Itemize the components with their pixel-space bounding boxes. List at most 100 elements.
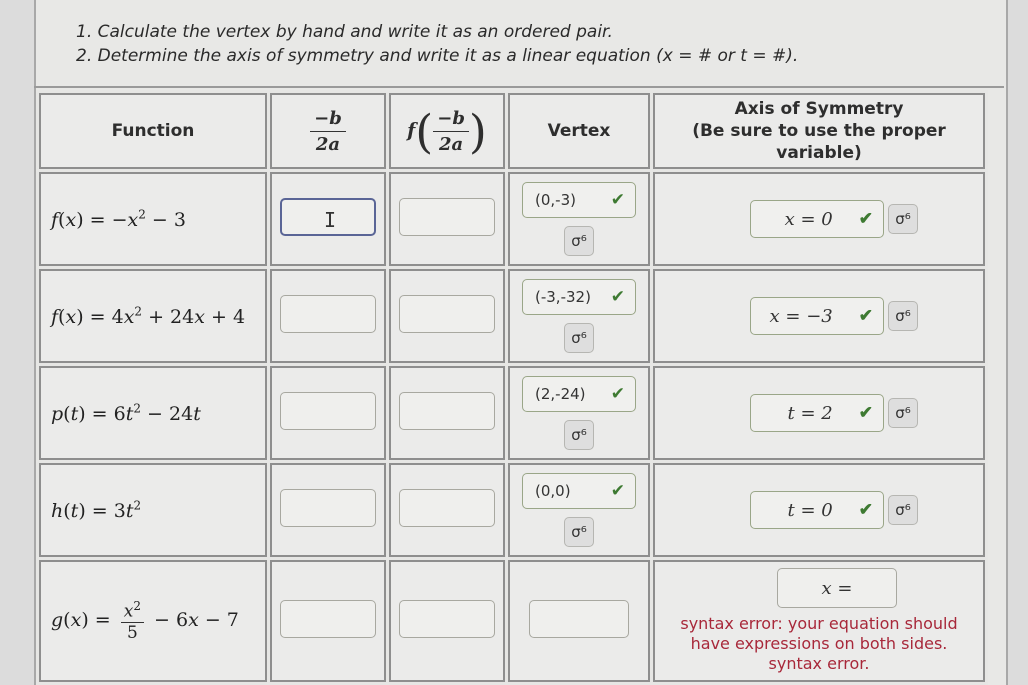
axis-input[interactable]: t = 0 ✔ (750, 491, 884, 529)
fraction-denominator: 2a (315, 133, 341, 155)
axis-value: x = (821, 577, 853, 599)
f-value-input[interactable] (399, 600, 495, 638)
check-icon: ✔ (610, 190, 625, 210)
fraction-numerator: −b (433, 108, 469, 132)
f-value-cell (389, 366, 505, 460)
table-row: f(x) = 4x2 + 24x + 4 (-3,-32) ✔ σ⁶ x = −… (39, 269, 985, 363)
vertex-input[interactable]: (0,-3) ✔ (522, 182, 636, 218)
f-value-cell (389, 172, 505, 266)
function-expression: f(x) = 4x2 + 24x + 4 (51, 304, 246, 328)
function-expression: p(t) = 6t2 − 24t (51, 401, 201, 425)
error-line-3: syntax error. (768, 654, 870, 673)
header-axis-of-symmetry: Axis of Symmetry (Be sure to use the pro… (653, 93, 985, 169)
fraction-neg-b-2a: −b 2a (433, 108, 469, 155)
keypad-icon: σ⁶ (571, 329, 587, 347)
keypad-icon: σ⁶ (895, 210, 911, 228)
vertex-value: (0,0) (535, 482, 571, 500)
text-cursor-icon: I (324, 208, 337, 232)
table-row: g(x) = x2 5 − 6x − 7 x = syntax error: yo… (39, 560, 985, 682)
keypad-button[interactable]: σ⁶ (564, 420, 594, 450)
keypad-button[interactable]: σ⁶ (564, 517, 594, 547)
axis-value: t = 0 (787, 499, 833, 521)
axis-input[interactable]: x = −3 ✔ (750, 297, 884, 335)
keypad-button[interactable]: σ⁶ (564, 323, 594, 353)
table-row: f(x) = −x2 − 3 I (0,-3) ✔ σ⁶ x = 0 ✔ σ⁶ (39, 172, 985, 266)
neg-b-over-2a-input[interactable]: I (280, 198, 376, 236)
header-axis-line-3: variable) (776, 143, 862, 163)
vertex-value: (2,-24) (535, 385, 586, 403)
header-axis-line-1: Axis of Symmetry (734, 99, 904, 119)
vertex-value: (0,-3) (535, 191, 576, 209)
quadratics-table: Function −b 2a f(−b 2a) Vertex Axis of Sy… (36, 90, 988, 685)
neg-b-over-2a-input[interactable] (280, 600, 376, 638)
keypad-icon: σ⁶ (895, 501, 911, 519)
function-expression: f(x) = −x2 − 3 (51, 207, 186, 231)
vertex-cell: (2,-24) ✔ σ⁶ (508, 366, 650, 460)
f-value-input[interactable] (399, 392, 495, 430)
fraction-neg-b-2a: −b 2a (310, 108, 346, 155)
keypad-icon: σ⁶ (895, 307, 911, 325)
neg-b-over-2a-input[interactable] (280, 392, 376, 430)
axis-cell: t = 0 ✔ σ⁶ (653, 463, 985, 557)
instructions: 1. Calculate the vertex by hand and writ… (76, 20, 798, 68)
axis-input[interactable]: x = (777, 568, 897, 608)
check-icon: ✔ (610, 481, 625, 501)
check-icon: ✔ (858, 500, 873, 520)
instruction-1: 1. Calculate the vertex by hand and writ… (76, 22, 613, 42)
function-cell: f(x) = 4x2 + 24x + 4 (39, 269, 267, 363)
axis-cell: x = −3 ✔ σ⁶ (653, 269, 985, 363)
keypad-button[interactable]: σ⁶ (888, 495, 918, 525)
function-cell: p(t) = 6t2 − 24t (39, 366, 267, 460)
axis-cell: x = 0 ✔ σ⁶ (653, 172, 985, 266)
keypad-button[interactable]: σ⁶ (564, 226, 594, 256)
keypad-button[interactable]: σ⁶ (888, 204, 918, 234)
neg-b-over-2a-input[interactable] (280, 489, 376, 527)
vertex-input[interactable] (529, 600, 629, 638)
vertex-cell: (-3,-32) ✔ σ⁶ (508, 269, 650, 363)
table-row: h(t) = 3t2 (0,0) ✔ σ⁶ t = 0 ✔ σ⁶ (39, 463, 985, 557)
error-line-2: have expressions on both sides. (690, 634, 948, 653)
vertex-cell (508, 560, 650, 682)
axis-cell: x = syntax error: your equation should h… (653, 560, 985, 682)
table-row: p(t) = 6t2 − 24t (2,-24) ✔ σ⁶ t = 2 ✔ σ⁶ (39, 366, 985, 460)
check-icon: ✔ (858, 209, 873, 229)
neg-b-over-2a-cell (270, 463, 386, 557)
keypad-button[interactable]: σ⁶ (888, 301, 918, 331)
f-value-input[interactable] (399, 489, 495, 527)
header-row: Function −b 2a f(−b 2a) Vertex Axis of Sy… (39, 93, 985, 169)
axis-value: x = 0 (784, 208, 833, 230)
check-icon: ✔ (858, 306, 873, 326)
divider (34, 86, 1004, 88)
function-cell: h(t) = 3t2 (39, 463, 267, 557)
keypad-button[interactable]: σ⁶ (888, 398, 918, 428)
keypad-icon: σ⁶ (895, 404, 911, 422)
vertex-input[interactable]: (-3,-32) ✔ (522, 279, 636, 315)
check-icon: ✔ (610, 287, 625, 307)
header-vertex: Vertex (508, 93, 650, 169)
axis-input[interactable]: t = 2 ✔ (750, 394, 884, 432)
neg-b-over-2a-cell: I (270, 172, 386, 266)
neg-b-over-2a-cell (270, 269, 386, 363)
function-expression: h(t) = 3t2 (51, 498, 142, 522)
fraction-denominator: 2a (438, 133, 464, 155)
axis-cell: t = 2 ✔ σ⁶ (653, 366, 985, 460)
header-function: Function (39, 93, 267, 169)
axis-input[interactable]: x = 0 ✔ (750, 200, 884, 238)
left-paren: ( (415, 104, 434, 158)
neg-b-over-2a-input[interactable] (280, 295, 376, 333)
keypad-icon: σ⁶ (571, 523, 587, 541)
function-expression: g(x) = x2 5 − 6x − 7 (51, 599, 239, 643)
f-value-input[interactable] (399, 295, 495, 333)
vertex-input[interactable]: (2,-24) ✔ (522, 376, 636, 412)
header-axis-line-2: (Be sure to use the proper (692, 121, 946, 141)
syntax-error-message: syntax error: your equation should have … (680, 614, 957, 674)
vertex-input[interactable]: (0,0) ✔ (522, 473, 636, 509)
fraction-numerator: −b (310, 108, 346, 132)
check-icon: ✔ (610, 384, 625, 404)
axis-value: t = 2 (787, 402, 833, 424)
axis-value: x = −3 (769, 305, 833, 327)
vertex-cell: (0,-3) ✔ σ⁶ (508, 172, 650, 266)
f-value-input[interactable] (399, 198, 495, 236)
neg-b-over-2a-cell (270, 366, 386, 460)
instruction-2: 2. Determine the axis of symmetry and wr… (76, 46, 799, 66)
